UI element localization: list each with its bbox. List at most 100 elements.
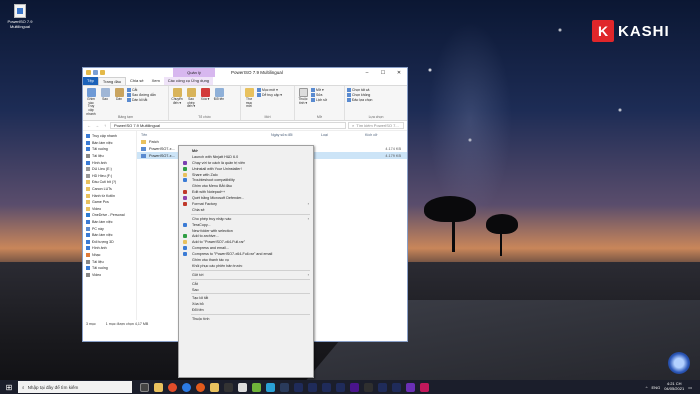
column-name[interactable]: Tên [137, 133, 267, 137]
context-menu-item[interactable]: Gửi tới › [179, 272, 313, 278]
after-effects-icon[interactable] [294, 382, 303, 392]
sidebar-item[interactable]: Tải xuống [83, 146, 136, 153]
sidebar-item[interactable]: Hình ảnh [83, 245, 136, 252]
new-folder-button[interactable]: Thư mục mới [243, 88, 255, 109]
chevron-up-icon[interactable]: ^ [646, 385, 648, 390]
tab-view[interactable]: Xem [148, 77, 164, 85]
notification-icon[interactable]: ▭ [688, 385, 692, 390]
select-all-icon [347, 88, 351, 92]
column-date[interactable]: Ngày sửa đổi [267, 133, 317, 137]
tab-share[interactable]: Chia sẻ [126, 77, 148, 85]
sidebar-item[interactable]: PC này [83, 225, 136, 232]
paste-shortcut-button[interactable]: Dán lối tắt [127, 98, 157, 102]
sidebar-item[interactable]: Bàn làm việc [83, 140, 136, 147]
sidebar-item[interactable]: Đầu Cuti bit (?) [83, 179, 136, 186]
history-button[interactable]: Lịch sử [311, 98, 333, 102]
tab-app-tools[interactable]: Các công cụ Ứng dụng [163, 77, 214, 85]
file-row[interactable]: Patch [137, 138, 407, 145]
forward-icon[interactable]: → [94, 123, 100, 128]
copy-to-button[interactable]: Sao chép đến ▾ [185, 88, 197, 109]
sidebar-item[interactable]: Hành từ Kotlin [83, 192, 136, 199]
context-menu-item[interactable]: Khôi phục các phiên bản trước [179, 263, 313, 269]
firefox-icon[interactable] [196, 382, 205, 392]
open-button[interactable]: Mở ▾ [311, 88, 333, 92]
app-icon[interactable] [420, 382, 429, 392]
edit-button[interactable]: Sửa [311, 93, 333, 97]
tab-home[interactable]: Trang đầu [97, 77, 126, 85]
pin-button[interactable]: Ghim vào Truy cập nhanh [85, 88, 97, 116]
sidebar-item[interactable]: Truy cập nhanh [83, 133, 136, 140]
app-icon[interactable] [364, 382, 373, 392]
search-input[interactable]: ⌕ Tìm kiếm PowerISO 7... [348, 122, 404, 129]
maximize-button[interactable]: ☐ [375, 68, 391, 77]
photoshop-icon[interactable] [322, 382, 331, 392]
sidebar-item[interactable]: Video [83, 271, 136, 278]
invert-selection-button[interactable]: Đảo lựa chọn [347, 98, 377, 102]
sidebar-item[interactable]: Tài liệu [83, 153, 136, 160]
delete-button[interactable]: Xóa ▾ [199, 88, 211, 109]
language-indicator[interactable]: ENG [652, 385, 661, 390]
sidebar-item[interactable]: Hình ảnh [83, 159, 136, 166]
taskbar-search[interactable]: ⌕ Nhập tại đây để tìm kiếm [18, 381, 132, 393]
task-view-icon[interactable] [140, 382, 149, 392]
app-icon[interactable] [224, 382, 233, 392]
sidebar-item[interactable]: Video [83, 206, 136, 213]
paste-button[interactable]: Dán [113, 88, 125, 116]
sidebar-item[interactable]: Tải xuống [83, 265, 136, 272]
sidebar-item[interactable]: Nhạc [83, 252, 136, 259]
properties-button[interactable]: Thuộc tính ▾ [297, 88, 309, 105]
new-folder-icon[interactable] [100, 70, 105, 75]
app-icon[interactable] [280, 382, 289, 392]
copy-button[interactable]: Sao [99, 88, 111, 116]
desktop-file-icon[interactable]: PowerISO 7.9 Multilingual [2, 4, 38, 29]
context-menu-item[interactable]: Sao [179, 287, 313, 293]
lightroom-icon[interactable] [392, 382, 401, 392]
column-size[interactable]: Kích cỡ [361, 133, 377, 137]
sidebar-item-icon [86, 233, 90, 238]
sidebar-item[interactable]: Game Pcs [83, 199, 136, 206]
select-none-button[interactable]: Chọn không [347, 93, 377, 97]
sidebar-item[interactable]: DU Lieu (E:) [83, 166, 136, 173]
sidebar-item[interactable]: OneDrive - Personal [83, 212, 136, 219]
column-type[interactable]: Loại [317, 133, 361, 137]
address-bar[interactable]: PowerISO 7.9 Multilingual [110, 122, 346, 129]
easy-access-button[interactable]: Dễ truy cập ▾ [257, 93, 287, 97]
context-menu-item[interactable]: Chia sẻ [179, 207, 313, 213]
properties-icon[interactable] [93, 70, 98, 75]
file-explorer-icon[interactable] [154, 382, 163, 392]
manage-tab[interactable]: Quản lý [173, 68, 215, 77]
edge-icon[interactable] [182, 382, 191, 392]
select-all-button[interactable]: Chọn tất cả [347, 88, 377, 92]
app-icon[interactable] [266, 382, 275, 392]
sidebar-item[interactable]: Bàn làm việc [83, 219, 136, 226]
up-icon[interactable]: ↑ [102, 123, 108, 128]
new-item-button[interactable]: Mục mới ▾ [257, 88, 287, 92]
move-to-button[interactable]: Chuyển đến ▾ [171, 88, 183, 109]
minimize-button[interactable]: – [359, 68, 375, 77]
context-menu-item[interactable]: Đổi tên [179, 307, 313, 313]
folder-icon[interactable] [210, 382, 219, 392]
sidebar-item[interactable]: Đối tượng 3D [83, 239, 136, 246]
back-icon[interactable]: ← [86, 123, 92, 128]
copy-path-button[interactable]: Sao đường dẫn [127, 93, 157, 97]
game-icon[interactable] [238, 382, 247, 392]
close-button[interactable]: ✕ [391, 68, 407, 77]
clock[interactable]: 4:21 CH 04/05/2021 [664, 381, 684, 392]
premiere-icon[interactable] [308, 382, 317, 392]
rename-button[interactable]: Đổi tên [213, 88, 225, 109]
chrome-icon[interactable] [168, 382, 177, 392]
tab-file[interactable]: Tệp [83, 77, 98, 85]
app-icon[interactable] [406, 382, 415, 392]
folder-icon[interactable] [86, 70, 91, 75]
audition-icon[interactable] [336, 382, 345, 392]
sidebar-item[interactable]: Canon LUTs [83, 186, 136, 193]
sidebar-item[interactable]: Bàn làm việc [83, 232, 136, 239]
premiere-pro-icon[interactable] [350, 382, 359, 392]
illustrator-icon[interactable] [378, 382, 387, 392]
context-menu-item[interactable]: Thuộc tính [179, 316, 313, 322]
sidebar-item[interactable]: Tài liệu [83, 258, 136, 265]
cut-button[interactable]: Cắt [127, 88, 157, 92]
start-button[interactable]: ⊞ [0, 380, 18, 394]
sidebar-item[interactable]: HD Hieu (F:) [83, 173, 136, 180]
app-icon[interactable] [252, 382, 261, 392]
